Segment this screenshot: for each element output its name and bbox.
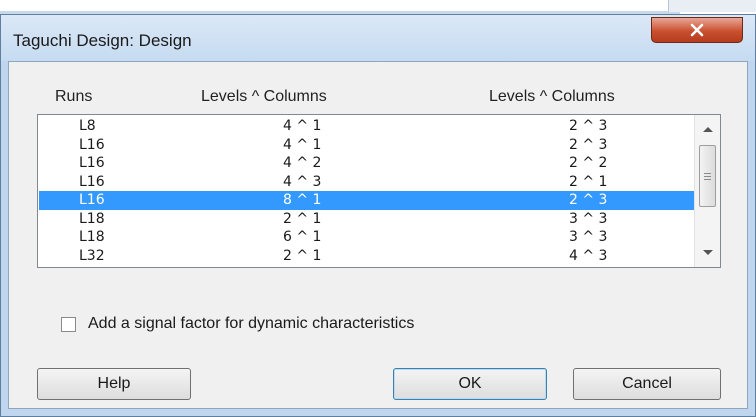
cell-levels-columns-1: 8 ^ 1 [283, 192, 322, 208]
signal-factor-option[interactable]: Add a signal factor for dynamic characte… [61, 315, 414, 333]
cell-levels-columns-2: 2 ^ 3 [569, 192, 608, 208]
signal-factor-checkbox[interactable] [61, 316, 76, 332]
thumb-grip-line [704, 179, 711, 180]
list-item[interactable]: L18 2 ^ 1 3 ^ 3 [39, 210, 695, 229]
column-header-levels-columns-2: Levels ^ Columns [489, 88, 615, 105]
thumb-grip-line [704, 173, 711, 174]
cell-runs: L16 [79, 192, 105, 208]
design-listbox[interactable]: L8 4 ^ 1 2 ^ 3 L16 4 ^ 1 2 ^ 3 L16 4 ^ 2… [37, 114, 721, 268]
window-title: Taguchi Design: Design [13, 31, 192, 50]
cell-runs: L32 [79, 247, 105, 264]
background-strip [0, 0, 756, 14]
scrollbar-thumb[interactable] [699, 145, 716, 207]
dialog-client-area: Runs Levels ^ Columns Levels ^ Columns L… [8, 61, 748, 409]
cell-levels-columns-1: 4 ^ 2 [283, 155, 322, 171]
cell-levels-columns-1: 2 ^ 1 [283, 247, 322, 264]
cell-levels-columns-1: 4 ^ 1 [283, 136, 322, 153]
close-icon [690, 23, 704, 37]
column-header-runs: Runs [55, 88, 93, 105]
list-item[interactable]: L16 4 ^ 1 2 ^ 3 [39, 136, 695, 155]
list-item-selected[interactable]: L16 8 ^ 1 2 ^ 3 [39, 191, 695, 210]
cell-levels-columns-2: 2 ^ 1 [569, 173, 608, 190]
title-bar[interactable]: Taguchi Design: Design [1, 15, 755, 61]
close-button[interactable] [651, 17, 743, 43]
scroll-down-arrow-icon[interactable] [703, 250, 713, 255]
background-window-peek [668, 0, 756, 12]
cell-levels-columns-2: 3 ^ 3 [569, 229, 608, 245]
cell-levels-columns-1: 4 ^ 3 [283, 173, 322, 190]
thumb-grip-line [704, 176, 711, 177]
signal-factor-label[interactable]: Add a signal factor for dynamic characte… [88, 315, 414, 333]
help-button[interactable]: Help [37, 368, 191, 400]
cell-runs: L18 [79, 210, 105, 227]
cell-levels-columns-2: 2 ^ 2 [569, 155, 608, 171]
cell-levels-columns-1: 6 ^ 1 [283, 229, 322, 245]
ok-button[interactable]: OK [393, 368, 547, 400]
dialog-window: Taguchi Design: Design Runs Levels ^ Col… [0, 14, 756, 417]
cell-levels-columns-1: 4 ^ 1 [283, 118, 322, 134]
list-item[interactable]: L16 4 ^ 3 2 ^ 1 [39, 173, 695, 192]
cell-levels-columns-2: 4 ^ 3 [569, 247, 608, 264]
column-header-levels-columns-1: Levels ^ Columns [201, 88, 327, 105]
vertical-scrollbar[interactable] [694, 115, 720, 267]
cell-levels-columns-2: 2 ^ 3 [569, 136, 608, 153]
list-item[interactable]: L32 2 ^ 1 4 ^ 3 [39, 247, 695, 266]
cell-runs: L8 [79, 118, 96, 134]
design-rows: L8 4 ^ 1 2 ^ 3 L16 4 ^ 1 2 ^ 3 L16 4 ^ 2… [39, 117, 695, 265]
list-item[interactable]: L8 4 ^ 1 2 ^ 3 [39, 117, 695, 136]
cell-levels-columns-1: 2 ^ 1 [283, 210, 322, 227]
cell-runs: L18 [79, 229, 105, 245]
cancel-button[interactable]: Cancel [573, 368, 721, 400]
cell-runs: L16 [79, 173, 105, 190]
list-item[interactable]: L16 4 ^ 2 2 ^ 2 [39, 154, 695, 173]
scroll-up-arrow-icon[interactable] [703, 127, 713, 132]
cell-levels-columns-2: 2 ^ 3 [569, 118, 608, 134]
cell-levels-columns-2: 3 ^ 3 [569, 210, 608, 227]
cell-runs: L16 [79, 155, 105, 171]
cell-runs: L16 [79, 136, 105, 153]
list-item[interactable]: L18 6 ^ 1 3 ^ 3 [39, 228, 695, 247]
